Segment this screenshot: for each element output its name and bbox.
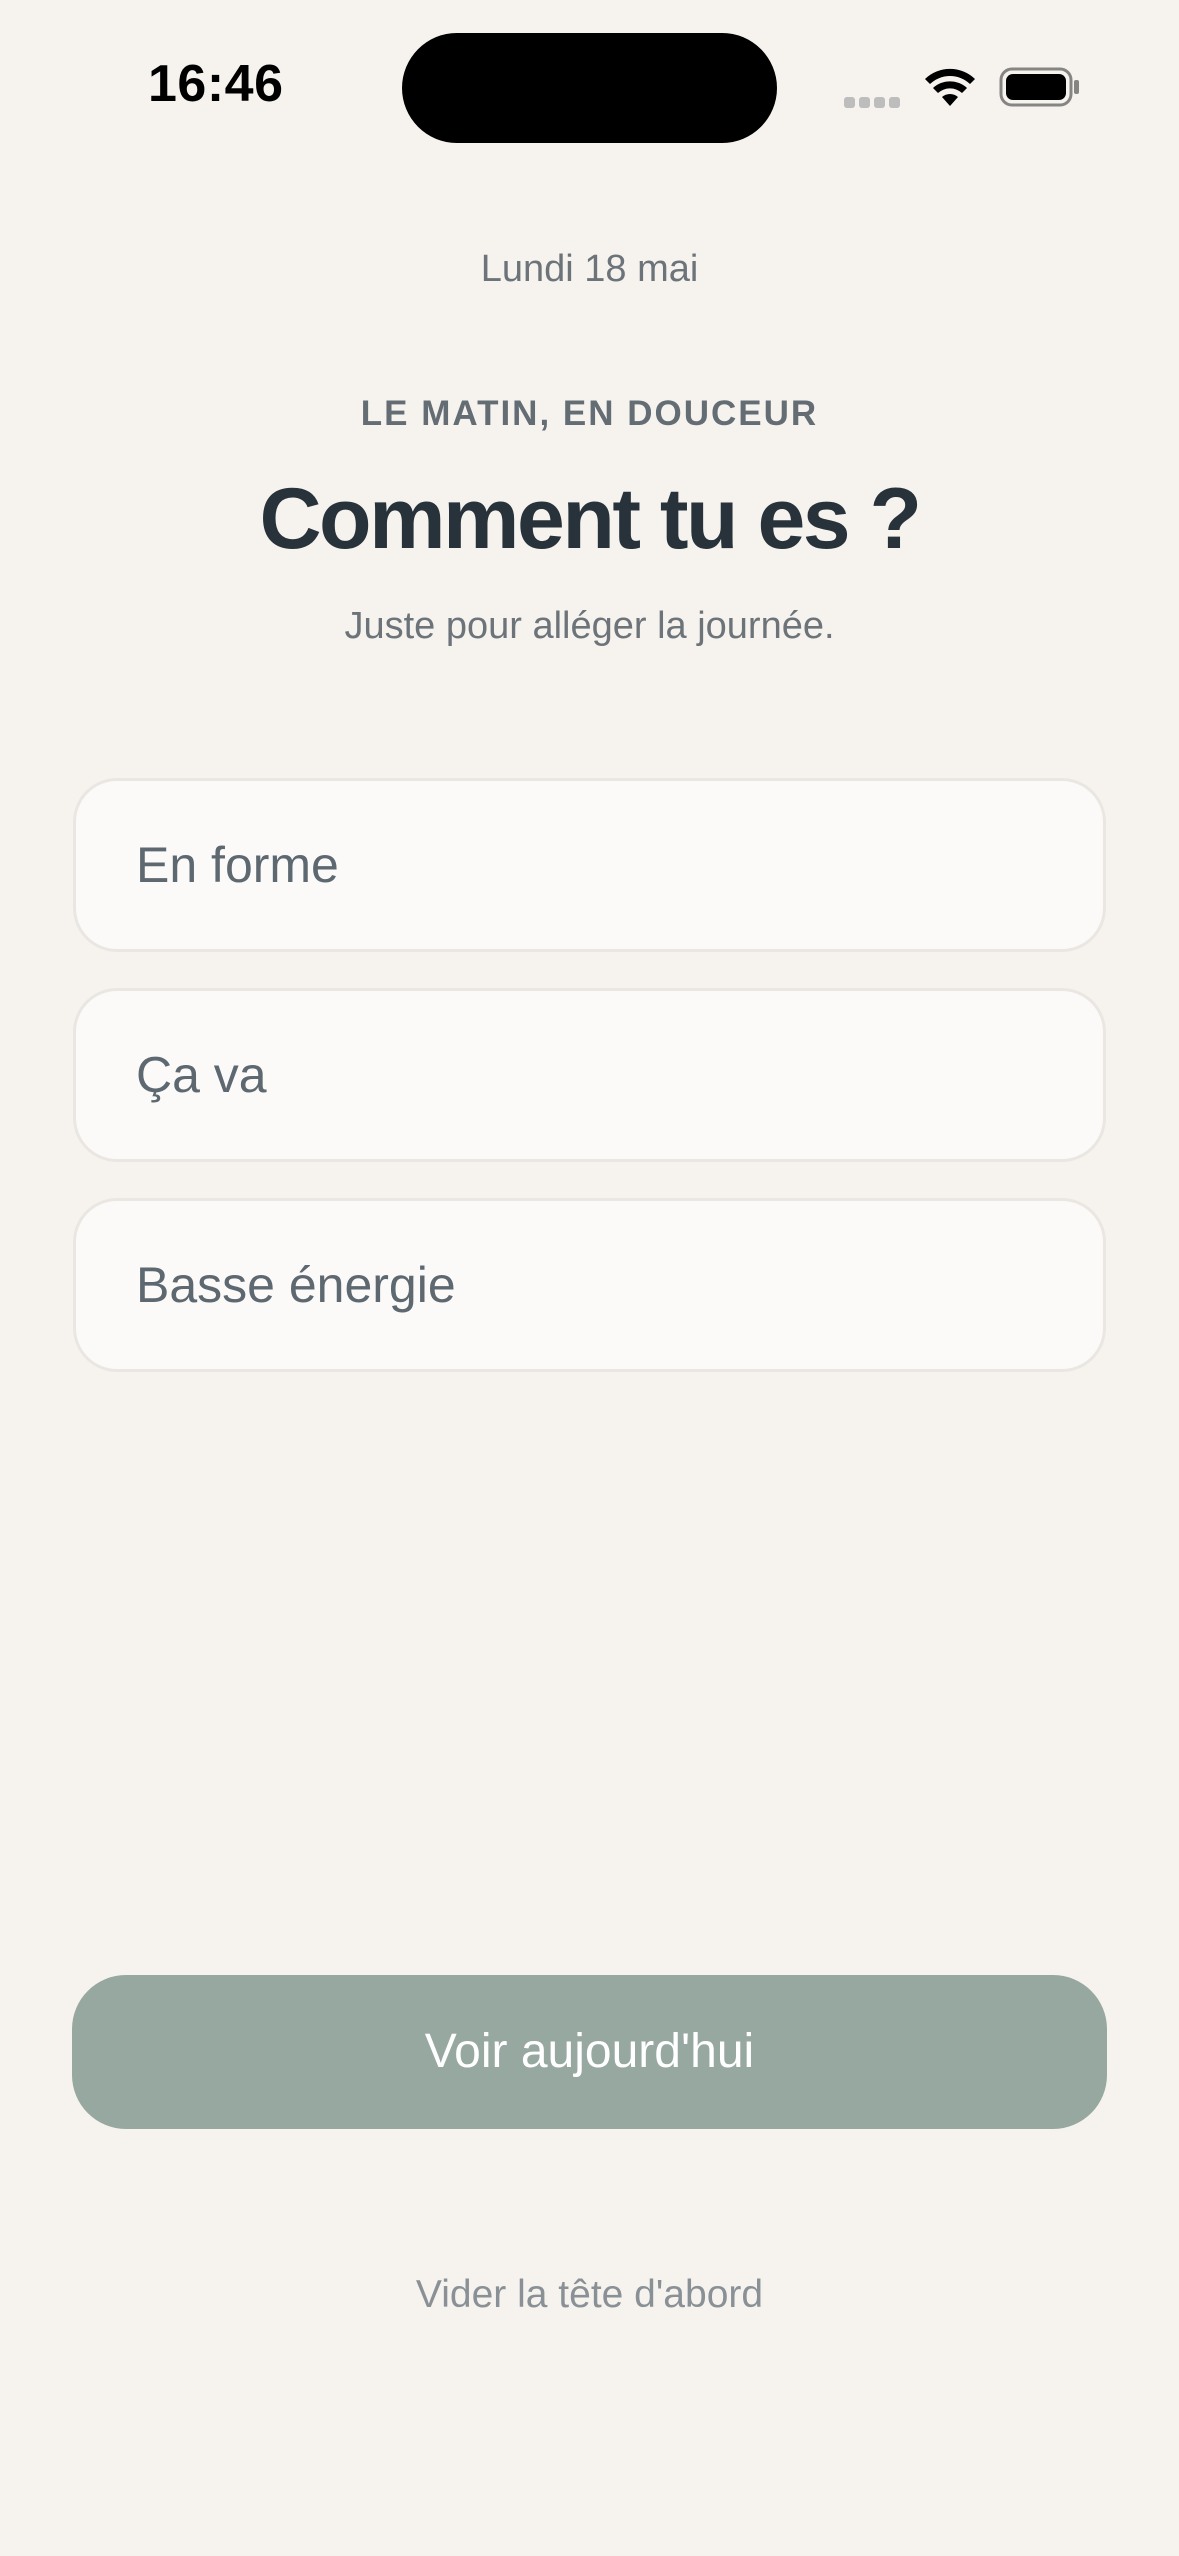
- status-bar: 16:46: [0, 0, 1179, 170]
- eyebrow-label: LE MATIN, EN DOUCEUR: [360, 394, 819, 433]
- wifi-icon: [925, 68, 975, 106]
- mood-option-en-forme[interactable]: En forme: [73, 778, 1106, 952]
- voir-aujourdhui-button[interactable]: Voir aujourd'hui: [72, 1975, 1107, 2129]
- battery-icon: [999, 67, 1079, 107]
- mood-option-label: En forme: [136, 837, 339, 893]
- page-title: Comment tu es ?: [259, 471, 922, 567]
- vider-la-tete-link[interactable]: Vider la tête d'abord: [0, 2273, 1179, 2317]
- page-subtitle: Juste pour alléger la journée.: [344, 605, 835, 647]
- mood-option-basse-energie[interactable]: Basse énergie: [73, 1198, 1106, 1372]
- status-time: 16:46: [148, 55, 284, 113]
- mood-option-ca-va[interactable]: Ça va: [73, 988, 1106, 1162]
- date-label: Lundi 18 mai: [480, 248, 699, 290]
- mood-option-label: Ça va: [136, 1047, 267, 1103]
- signal-icon: [844, 95, 906, 109]
- mood-option-label: Basse énergie: [136, 1257, 456, 1313]
- dynamic-island: [402, 33, 777, 143]
